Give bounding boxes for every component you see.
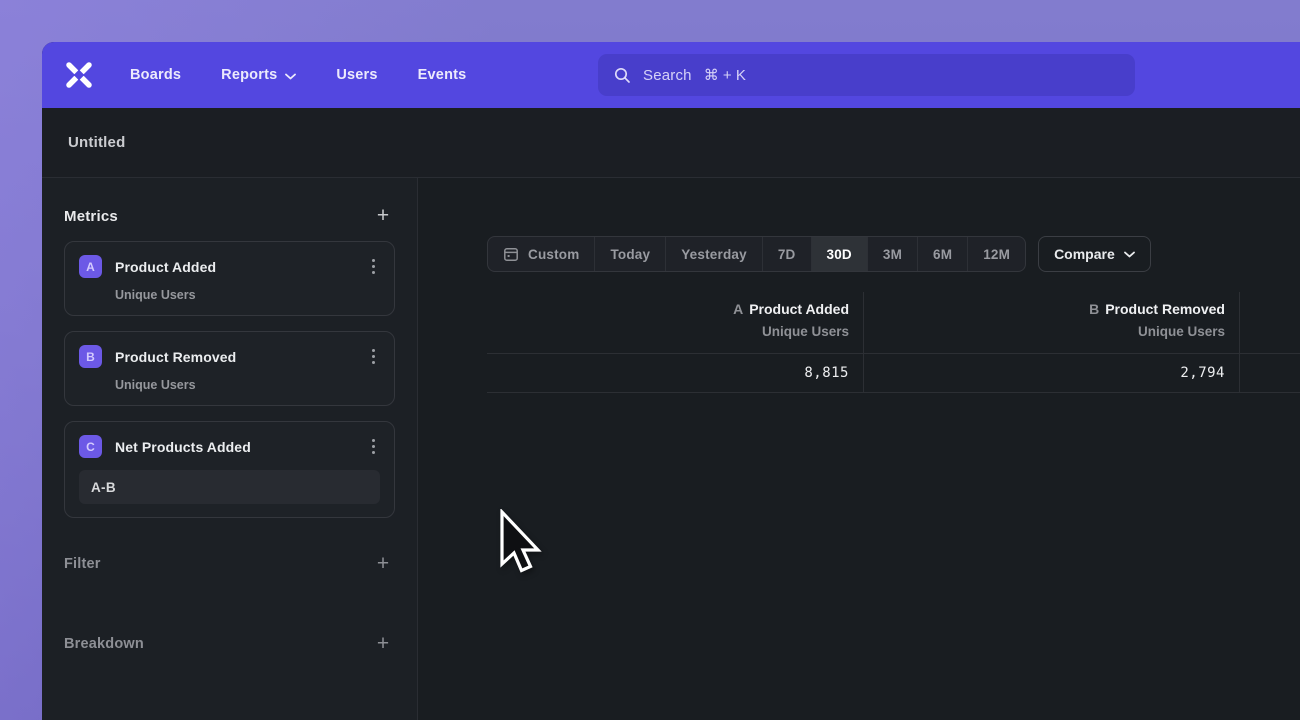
report-header: Untitled <box>42 108 1300 178</box>
nav-item-users[interactable]: Users <box>336 67 377 83</box>
chevron-down-icon <box>1124 251 1135 258</box>
column-header[interactable]: B Product Removed Unique Users <box>864 292 1239 353</box>
column-title: Product Added <box>749 301 849 317</box>
nav-item-label: Boards <box>130 67 181 83</box>
table-column-overflow <box>1239 292 1300 393</box>
nav-item-reports[interactable]: Reports <box>221 67 296 83</box>
date-range-custom[interactable]: Custom <box>488 237 594 271</box>
metric-name: Product Removed <box>115 349 236 365</box>
column-header <box>1240 292 1300 353</box>
metric-badge: C <box>79 435 102 458</box>
compare-button[interactable]: Compare <box>1038 236 1151 272</box>
calendar-icon <box>503 246 519 262</box>
metric-card-b[interactable]: B Product Removed Unique Users <box>64 331 395 406</box>
kebab-menu-icon[interactable] <box>367 256 380 277</box>
column-header[interactable]: A Product Added Unique Users <box>487 292 863 353</box>
table-column-a: A Product Added Unique Users 8,815 <box>487 292 863 393</box>
date-range-12m[interactable]: 12M <box>967 237 1025 271</box>
query-builder-sidebar: Metrics + A Product Added Unique Users B… <box>42 178 418 720</box>
date-range-7d[interactable]: 7D <box>762 237 811 271</box>
metric-measure[interactable]: Unique Users <box>115 378 380 392</box>
report-canvas: Custom Today Yesterday 7D 30D 3M 6M 12M … <box>418 178 1300 720</box>
table-cell-value[interactable]: 8,815 <box>487 353 863 393</box>
mixpanel-logo-icon[interactable] <box>64 60 94 90</box>
nav-item-label: Events <box>418 67 467 83</box>
column-badge: B <box>1089 301 1099 317</box>
column-badge: A <box>733 301 743 317</box>
nav-item-label: Reports <box>221 67 277 83</box>
date-range-label: 6M <box>933 247 952 262</box>
date-range-segmented-control: Custom Today Yesterday 7D 30D 3M 6M 12M <box>487 236 1026 272</box>
date-range-today[interactable]: Today <box>594 237 665 271</box>
breakdown-section: Breakdown + <box>64 634 395 654</box>
table-column-b: B Product Removed Unique Users 2,794 <box>863 292 1239 393</box>
chevron-down-icon <box>285 73 296 80</box>
nav-item-boards[interactable]: Boards <box>130 67 181 83</box>
report-title[interactable]: Untitled <box>68 134 125 151</box>
results-table: A Product Added Unique Users 8,815 B Produ… <box>487 292 1300 393</box>
compare-label: Compare <box>1054 246 1115 262</box>
date-range-label: 3M <box>883 247 902 262</box>
date-range-label: Today <box>610 247 650 262</box>
nav-item-label: Users <box>336 67 377 83</box>
date-range-label: 12M <box>983 247 1010 262</box>
metric-name: Product Added <box>115 259 216 275</box>
column-title: Product Removed <box>1105 301 1225 317</box>
kebab-menu-icon[interactable] <box>367 436 380 457</box>
table-cell-value[interactable]: 2,794 <box>864 353 1239 393</box>
filter-section: Filter + <box>64 554 395 574</box>
column-subtitle: Unique Users <box>501 324 849 339</box>
date-toolbar: Custom Today Yesterday 7D 30D 3M 6M 12M … <box>487 236 1300 272</box>
metric-name: Net Products Added <box>115 439 251 455</box>
date-range-label: 7D <box>778 247 796 262</box>
nav-links: Boards Reports Users Events <box>130 67 466 83</box>
metric-card-a[interactable]: A Product Added Unique Users <box>64 241 395 316</box>
filter-label: Filter <box>64 556 101 572</box>
metrics-section-header: Metrics + <box>64 206 395 226</box>
app-window: Boards Reports Users Events Search ⌘ + K… <box>42 42 1300 720</box>
date-range-3m[interactable]: 3M <box>867 237 917 271</box>
search-input[interactable]: Search ⌘ + K <box>598 54 1135 96</box>
table-cell-empty <box>1240 353 1300 393</box>
date-range-yesterday[interactable]: Yesterday <box>665 237 762 271</box>
date-range-label: Custom <box>528 247 579 262</box>
kebab-menu-icon[interactable] <box>367 346 380 367</box>
metric-badge: A <box>79 255 102 278</box>
add-metric-button[interactable]: + <box>371 206 395 226</box>
date-range-6m[interactable]: 6M <box>917 237 967 271</box>
add-breakdown-button[interactable]: + <box>371 634 395 654</box>
date-range-30d[interactable]: 30D <box>811 237 867 271</box>
metric-card-c[interactable]: C Net Products Added A-B <box>64 421 395 518</box>
metrics-label: Metrics <box>64 208 118 225</box>
search-shortcut: ⌘ + K <box>704 66 746 84</box>
search-placeholder: Search <box>643 67 692 84</box>
add-filter-button[interactable]: + <box>371 554 395 574</box>
column-subtitle: Unique Users <box>878 324 1225 339</box>
nav-item-events[interactable]: Events <box>418 67 467 83</box>
metric-badge: B <box>79 345 102 368</box>
metric-measure[interactable]: Unique Users <box>115 288 380 302</box>
date-range-label: Yesterday <box>681 247 747 262</box>
search-icon <box>614 67 631 84</box>
top-nav: Boards Reports Users Events Search ⌘ + K <box>42 42 1300 108</box>
breakdown-label: Breakdown <box>64 636 144 652</box>
formula-input[interactable]: A-B <box>79 470 380 504</box>
date-range-label: 30D <box>827 247 852 262</box>
